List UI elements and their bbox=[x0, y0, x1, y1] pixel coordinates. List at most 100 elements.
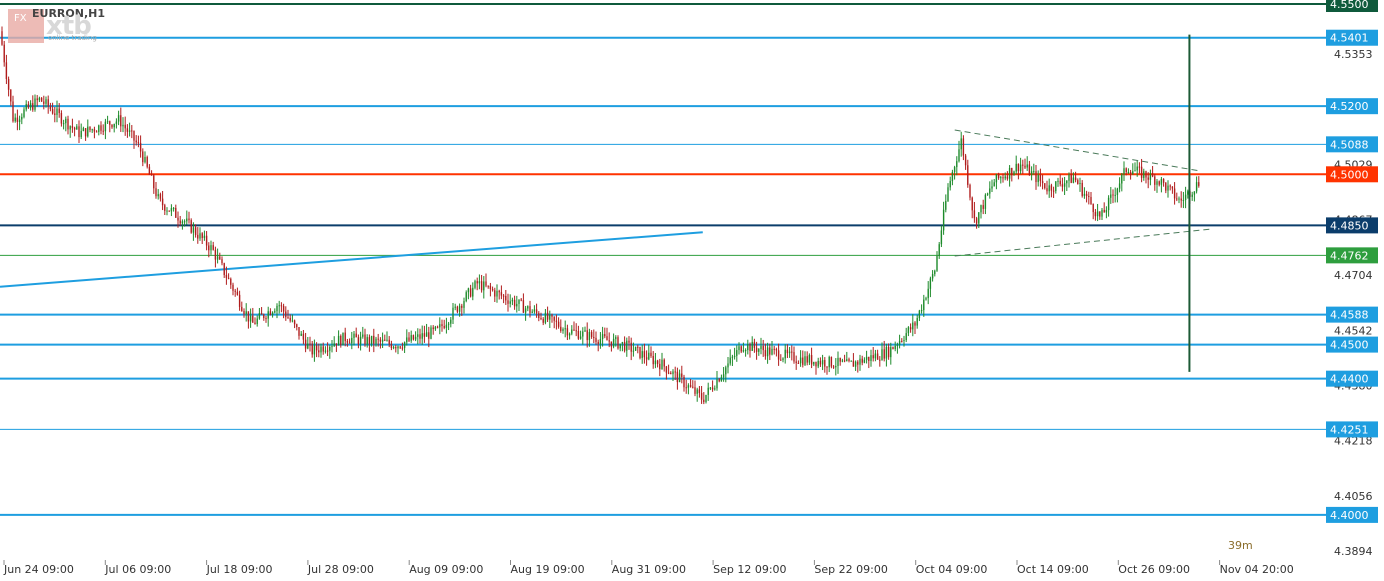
y-axis-labels: 4.53534.50294.48674.47044.45424.43804.42… bbox=[1334, 48, 1373, 558]
candle-body bbox=[500, 292, 503, 296]
candle-body bbox=[491, 289, 494, 291]
candle-body bbox=[634, 346, 637, 351]
candle-body bbox=[617, 337, 619, 349]
candle-body bbox=[355, 333, 357, 338]
candle-body bbox=[148, 166, 151, 175]
candle-body bbox=[993, 182, 995, 187]
candle-body bbox=[595, 337, 597, 342]
candle-body bbox=[410, 335, 412, 341]
candle-body bbox=[87, 126, 89, 137]
candle-body bbox=[386, 339, 388, 341]
candle-body bbox=[665, 366, 668, 373]
candle-body bbox=[507, 300, 509, 304]
candle-body bbox=[645, 357, 648, 360]
candle-body bbox=[256, 318, 258, 325]
candle-body bbox=[696, 389, 698, 394]
candle-body bbox=[69, 126, 71, 130]
candle-body bbox=[773, 348, 775, 350]
candle-body bbox=[157, 194, 159, 197]
candle-body bbox=[720, 377, 723, 382]
candle-body bbox=[227, 277, 230, 279]
candle-body bbox=[914, 322, 916, 326]
candle-body bbox=[1134, 170, 1136, 172]
candle-body bbox=[441, 324, 443, 327]
candle-body bbox=[942, 209, 945, 231]
candle-body bbox=[320, 346, 322, 353]
candle-body bbox=[56, 108, 58, 115]
candle-body bbox=[791, 351, 793, 353]
candle-body bbox=[727, 363, 729, 368]
candle-body bbox=[1074, 177, 1077, 181]
level-tag-label: 4.4762 bbox=[1330, 249, 1369, 262]
candle-body bbox=[694, 387, 696, 394]
candle-body bbox=[612, 338, 615, 347]
candle-body bbox=[738, 346, 740, 351]
candle-body bbox=[32, 103, 34, 110]
candle-body bbox=[940, 230, 943, 245]
candle-body bbox=[830, 356, 833, 367]
candle-body bbox=[159, 194, 162, 199]
candle-body bbox=[392, 347, 395, 349]
candle-body bbox=[1110, 194, 1112, 198]
candle-body bbox=[896, 344, 899, 346]
candle-body bbox=[494, 290, 496, 297]
candle-body bbox=[894, 345, 896, 349]
candle-body bbox=[637, 346, 639, 348]
candle-body bbox=[1114, 194, 1116, 196]
candle-body bbox=[540, 318, 542, 320]
candle-body bbox=[60, 113, 63, 124]
candle-body bbox=[1138, 166, 1141, 168]
chart-canvas: 4.53534.50294.48674.47044.45424.43804.42… bbox=[0, 0, 1378, 576]
candle-body bbox=[113, 123, 115, 128]
candle-body bbox=[161, 198, 164, 206]
candle-body bbox=[824, 360, 826, 367]
candle-body bbox=[564, 328, 566, 330]
candle-body bbox=[566, 328, 569, 336]
candle-body bbox=[340, 335, 342, 346]
candle-body bbox=[549, 314, 551, 320]
candle-body bbox=[874, 353, 877, 359]
candle-body bbox=[307, 343, 309, 349]
candle-body bbox=[560, 326, 562, 331]
candle-body bbox=[1156, 181, 1158, 185]
candle-body bbox=[322, 346, 324, 352]
candle-body bbox=[885, 346, 888, 359]
candle-body bbox=[377, 338, 379, 340]
candle-body bbox=[208, 245, 210, 251]
candle-body bbox=[80, 130, 82, 138]
candle-body bbox=[751, 341, 753, 351]
candle-body bbox=[641, 351, 643, 358]
candle-body bbox=[476, 281, 478, 284]
candle-body bbox=[302, 333, 305, 340]
candle-body bbox=[406, 337, 408, 343]
candle-body bbox=[214, 249, 217, 260]
candle-body bbox=[916, 318, 918, 326]
candle-body bbox=[659, 363, 661, 370]
candle-body bbox=[898, 340, 901, 345]
candle-body bbox=[852, 360, 855, 367]
candle-body bbox=[199, 233, 201, 239]
candle-body bbox=[1019, 164, 1022, 172]
candle-body bbox=[337, 335, 340, 346]
candle-body bbox=[454, 306, 456, 308]
candle-body bbox=[463, 301, 465, 308]
candle-body bbox=[716, 379, 718, 389]
candle-body bbox=[975, 218, 978, 224]
candle-body bbox=[984, 194, 987, 209]
candle-body bbox=[232, 284, 234, 291]
candle-body bbox=[1198, 182, 1200, 186]
candle-body bbox=[764, 350, 767, 357]
candle-body bbox=[78, 126, 80, 138]
candle-body bbox=[179, 220, 181, 224]
candle-body bbox=[73, 127, 76, 130]
candle-body bbox=[533, 309, 536, 312]
candle-body bbox=[711, 387, 714, 390]
candle-body bbox=[945, 200, 947, 210]
candle-body bbox=[619, 343, 621, 349]
candle-body bbox=[260, 313, 263, 315]
candle-body bbox=[311, 343, 313, 355]
candle-body bbox=[971, 197, 973, 211]
candle-body bbox=[419, 334, 421, 339]
candle-body bbox=[278, 305, 280, 307]
candle-body bbox=[1030, 171, 1033, 176]
